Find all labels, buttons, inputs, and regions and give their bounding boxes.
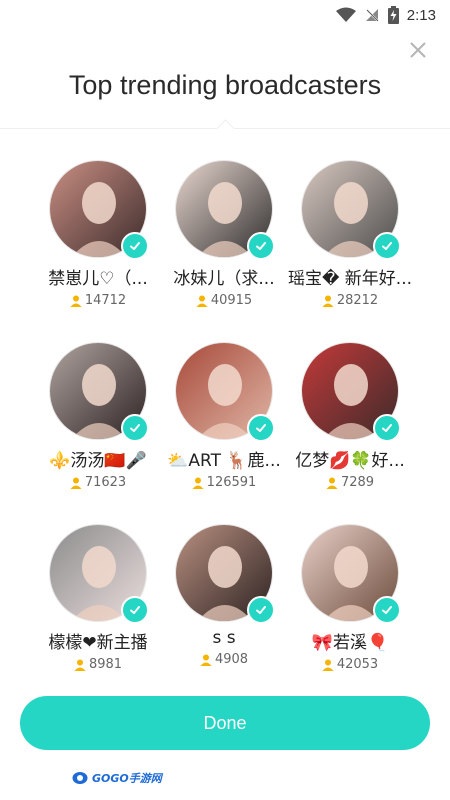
avatar[interactable]	[175, 524, 275, 624]
broadcaster-card[interactable]: 冰妹儿（求... 40915	[161, 160, 287, 342]
broadcaster-card[interactable]: 檬檬❤新主播 8981	[35, 524, 161, 706]
broadcaster-row: 檬檬❤新主播 8981 s s 4908 🎀若溪🎈 42053	[35, 524, 415, 706]
broadcaster-card[interactable]: 🎀若溪🎈 42053	[287, 524, 413, 706]
broadcaster-name: 🎀若溪🎈	[311, 633, 389, 653]
follower-count: 7289	[326, 475, 374, 490]
user-icon	[322, 659, 334, 671]
follower-count-value: 8981	[88, 657, 123, 672]
avatar[interactable]	[301, 342, 401, 442]
done-button[interactable]: Done	[20, 696, 430, 750]
status-bar: 2:13	[0, 0, 450, 30]
follower-count-value: 126591	[206, 475, 257, 490]
broadcaster-row: ⚜️汤汤🇨🇳🎤 71623 ⛅ART 🦌鹿... 126591 亿梦💋🍀好... 7289	[35, 342, 415, 524]
status-time: 2:13	[406, 6, 436, 24]
follower-count-value: 42053	[336, 657, 379, 672]
page-title: Top trending broadcasters	[68, 70, 382, 100]
verified-badge	[121, 596, 149, 624]
avatar[interactable]	[301, 524, 401, 624]
broadcaster-name: 檬檬❤新主播	[48, 633, 148, 653]
verified-badge	[373, 596, 401, 624]
divider-pointer	[216, 119, 235, 138]
avatar[interactable]	[49, 524, 149, 624]
check-icon	[130, 242, 140, 250]
broadcaster-name: ⚜️汤汤🇨🇳🎤	[49, 451, 147, 471]
check-icon	[382, 606, 392, 614]
broadcaster-name: 亿梦💋🍀好...	[295, 451, 405, 471]
wifi-icon	[335, 7, 356, 22]
verified-badge	[247, 596, 275, 624]
follower-count: 4908	[200, 652, 248, 667]
broadcaster-name: 瑶宝� 新年好...	[287, 269, 413, 289]
avatar[interactable]	[175, 342, 275, 442]
follower-count-value: 4908	[214, 652, 249, 667]
verified-badge	[373, 414, 401, 442]
broadcaster-card[interactable]: ⚜️汤汤🇨🇳🎤 71623	[35, 342, 161, 524]
broadcaster-card[interactable]: 禁崽儿♡（... 14712	[35, 160, 161, 342]
follower-count-value: 28212	[336, 293, 379, 308]
follower-count: 126591	[192, 475, 257, 490]
no-signal-icon	[365, 9, 379, 22]
avatar[interactable]	[49, 342, 149, 442]
check-icon	[382, 242, 392, 250]
user-icon	[196, 295, 208, 307]
follower-count-value: 14712	[84, 293, 127, 308]
watermark: GOGO手游网	[72, 770, 162, 786]
close-icon	[410, 42, 426, 58]
verified-badge	[121, 232, 149, 260]
avatar[interactable]	[301, 160, 401, 260]
follower-count-value: 40915	[210, 293, 253, 308]
verified-badge	[373, 232, 401, 260]
follower-count: 28212	[322, 293, 378, 308]
broadcaster-name: ⛅ART 🦌鹿...	[167, 451, 281, 471]
broadcaster-card[interactable]: ⛅ART 🦌鹿... 126591	[161, 342, 287, 524]
user-icon	[326, 477, 338, 489]
verified-badge	[121, 414, 149, 442]
user-icon	[192, 477, 204, 489]
follower-count: 14712	[70, 293, 126, 308]
user-icon	[74, 659, 86, 671]
check-icon	[382, 424, 392, 432]
broadcaster-card[interactable]: 瑶宝� 新年好... 28212	[287, 160, 413, 342]
broadcaster-card[interactable]: s s 4908	[161, 524, 287, 706]
user-icon	[322, 295, 334, 307]
broadcaster-card[interactable]: 亿梦💋🍀好... 7289	[287, 342, 413, 524]
broadcaster-name: 禁崽儿♡（...	[48, 269, 148, 289]
broadcaster-name: s s	[212, 628, 236, 648]
follower-count: 8981	[74, 657, 122, 672]
broadcaster-name: 冰妹儿（求...	[173, 269, 275, 289]
watermark-logo-icon	[72, 772, 88, 784]
broadcaster-row: 禁崽儿♡（... 14712 冰妹儿（求... 40915 瑶宝� 新年好... 2821…	[35, 160, 415, 342]
verified-badge	[247, 414, 275, 442]
user-icon	[70, 295, 82, 307]
verified-badge	[247, 232, 275, 260]
user-icon	[200, 654, 212, 666]
check-icon	[256, 424, 266, 432]
user-icon	[70, 477, 82, 489]
follower-count: 71623	[70, 475, 126, 490]
avatar[interactable]	[49, 160, 149, 260]
follower-count: 42053	[322, 657, 378, 672]
battery-charging-icon	[387, 6, 399, 24]
check-icon	[130, 424, 140, 432]
check-icon	[130, 606, 140, 614]
check-icon	[256, 606, 266, 614]
broadcaster-grid: 禁崽儿♡（... 14712 冰妹儿（求... 40915 瑶宝� 新年好... 2821…	[35, 160, 415, 706]
check-icon	[256, 242, 266, 250]
avatar[interactable]	[175, 160, 275, 260]
close-button[interactable]	[406, 38, 430, 62]
follower-count-value: 71623	[84, 475, 127, 490]
follower-count: 40915	[196, 293, 252, 308]
follower-count-value: 7289	[340, 475, 375, 490]
